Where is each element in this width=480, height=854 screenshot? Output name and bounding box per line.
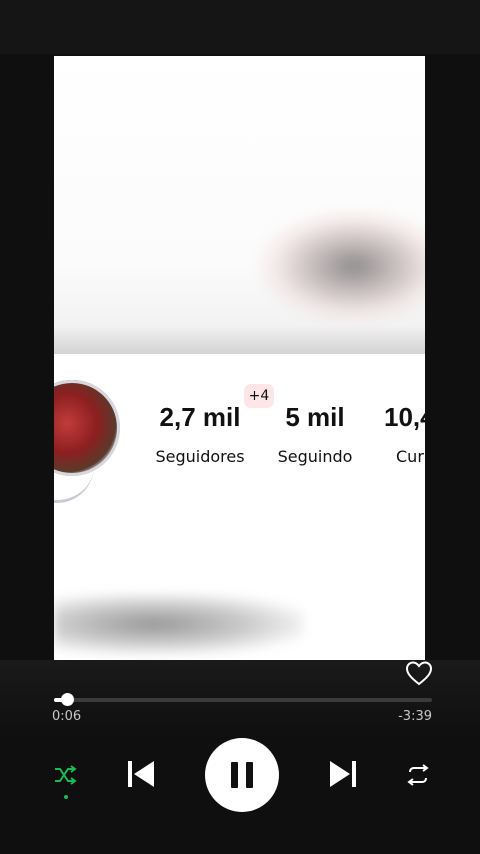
pause-button[interactable] [205,738,279,812]
heart-icon[interactable] [404,658,434,688]
likes-label: Cur [396,447,424,466]
stat-followers: 2,7 mil Seguidores [154,402,246,466]
blurred-shape-bottom [54,594,304,654]
blurred-region-bottom [54,574,425,660]
shuffle-active-indicator [64,795,68,799]
laurel-icon [54,466,94,503]
video-canvas[interactable]: +4 2,7 mil Seguidores 5 mil Seguindo 10,… [54,56,425,660]
following-count: 5 mil [285,402,345,432]
following-label: Seguindo [277,447,353,466]
followers-count: 2,7 mil [159,402,241,432]
next-icon [330,761,356,787]
likes-count: 10,4 [384,402,425,432]
previous-icon [128,761,154,787]
remaining-time: -3:39 [398,709,432,724]
repeat-icon [407,764,429,786]
new-followers-badge: +4 [244,384,274,408]
shuffle-button[interactable] [52,762,78,788]
progress-handle[interactable] [61,693,74,706]
profile-avatar [54,380,120,503]
shuffle-icon [55,765,77,785]
next-button[interactable] [326,756,360,792]
stat-following: 5 mil Seguindo [274,402,356,466]
previous-button[interactable] [124,756,158,792]
followers-label: Seguidores [155,447,245,466]
top-bar [0,0,480,54]
profile-stats-band: +4 2,7 mil Seguidores 5 mil Seguindo 10,… [54,354,425,574]
blurred-band [54,326,425,354]
blurred-region-top [54,56,425,354]
progress-bar[interactable] [54,693,432,706]
blurred-shape [259,211,425,321]
repeat-button[interactable] [404,762,432,788]
stat-likes: 10,4 Cur [384,402,425,466]
elapsed-time: 0:06 [52,709,82,724]
pause-icon [231,762,253,788]
